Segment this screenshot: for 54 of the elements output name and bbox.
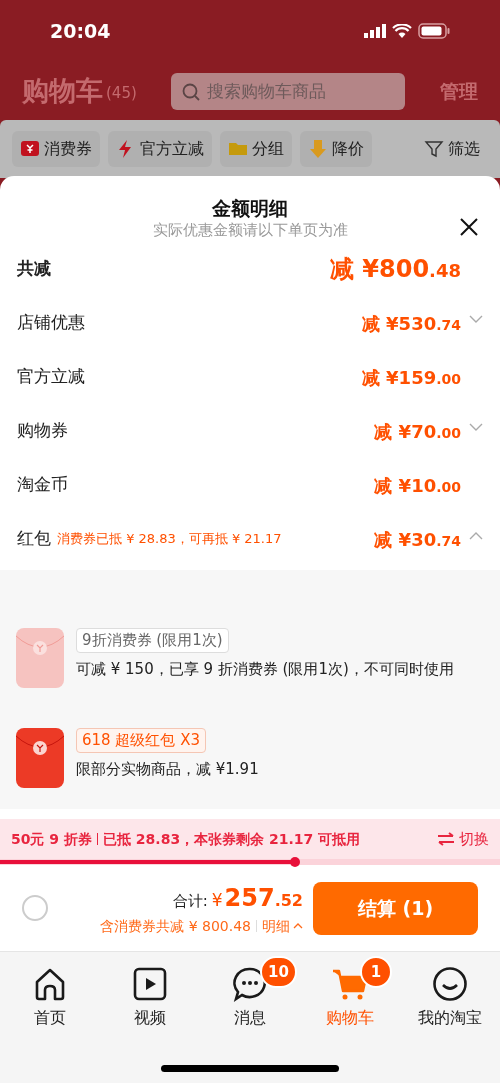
filter-chip[interactable]: 消费券 bbox=[12, 131, 100, 167]
signal-icon bbox=[364, 24, 386, 38]
tab-item[interactable]: 首页 bbox=[32, 966, 68, 1030]
tab-item[interactable]: 我的淘宝 bbox=[418, 966, 482, 1030]
coupon-icon bbox=[20, 139, 40, 159]
coupon-tag: 618 超级红包 X3 bbox=[76, 728, 206, 753]
status-time: 20:04 bbox=[50, 18, 111, 44]
coupon-description: 限部分实物商品，减 ¥1.91 bbox=[76, 758, 259, 779]
price-drop-icon bbox=[308, 139, 328, 159]
search-icon bbox=[181, 82, 200, 101]
close-button[interactable] bbox=[458, 216, 480, 238]
tab-item[interactable]: 视频 bbox=[132, 966, 168, 1030]
notification-badge: 1 bbox=[360, 956, 392, 988]
search-field[interactable]: 搜索购物车商品 bbox=[170, 72, 405, 110]
voucher-name: 50元 9 折券 bbox=[11, 829, 92, 849]
coupon-description: 可减 ¥ 150，已享 9 折消费券 (限用1次)，不可同时使用 bbox=[76, 658, 454, 679]
total-label: 合计: bbox=[172, 890, 208, 912]
battery-icon bbox=[418, 23, 450, 39]
filter-chip[interactable]: 官方立减 bbox=[108, 131, 212, 167]
voucher-detail: 已抵 28.83，本张券剩余 21.17 可抵用 bbox=[103, 829, 361, 849]
discount-amount: 减 ¥10.00 bbox=[374, 473, 461, 498]
savings-text: 含消费券共减 ¥ 800.48 bbox=[100, 916, 251, 936]
switch-button[interactable]: 切换 bbox=[437, 827, 489, 851]
sheet-subtitle: 实际优惠金额请以下单页为准 bbox=[152, 220, 348, 240]
row-label: 店铺优惠 bbox=[17, 311, 85, 335]
row-label: 官方立减 bbox=[17, 365, 85, 389]
sheet-title: 金额明细 bbox=[212, 196, 288, 220]
notification-badge: 10 bbox=[260, 956, 297, 988]
swap-icon bbox=[437, 832, 455, 846]
filter-chip[interactable]: 分组 bbox=[220, 131, 292, 167]
chevron-icon bbox=[293, 923, 303, 929]
row-label: 红包 bbox=[17, 527, 51, 551]
close-icon bbox=[458, 216, 480, 238]
cart-count: (45) bbox=[106, 82, 137, 104]
discount-amount: 减 ¥70.00 bbox=[374, 419, 461, 444]
discount-amount: 减 ¥30.74 bbox=[374, 527, 461, 552]
row-note: 消费券已抵 ¥ 28.83，可再抵 ¥ 21.17 bbox=[57, 530, 282, 549]
filter-chip[interactable]: 筛选 bbox=[416, 131, 488, 167]
filter-chip[interactable]: 降价 bbox=[300, 131, 372, 167]
play-icon bbox=[132, 966, 168, 1002]
filter-icon bbox=[424, 139, 444, 159]
row-label: 淘金币 bbox=[17, 473, 68, 497]
smiley-icon bbox=[432, 966, 468, 1002]
select-all-checkbox[interactable] bbox=[22, 895, 48, 921]
discount-amount: 减 ¥159.00 bbox=[361, 365, 461, 390]
discount-amount: 减 ¥800.48 bbox=[329, 254, 461, 285]
row-label: 购物券 bbox=[17, 419, 68, 443]
coupon-tag: 9折消费券 (限用1次) bbox=[76, 628, 229, 653]
discount-amount: 减 ¥530.74 bbox=[361, 311, 461, 336]
row-label: 共减 bbox=[17, 257, 51, 281]
total-price: ¥257.52 bbox=[211, 882, 303, 914]
page-title: 购物车 bbox=[22, 73, 103, 108]
wifi-icon bbox=[392, 24, 412, 38]
chat-icon bbox=[232, 966, 268, 1002]
